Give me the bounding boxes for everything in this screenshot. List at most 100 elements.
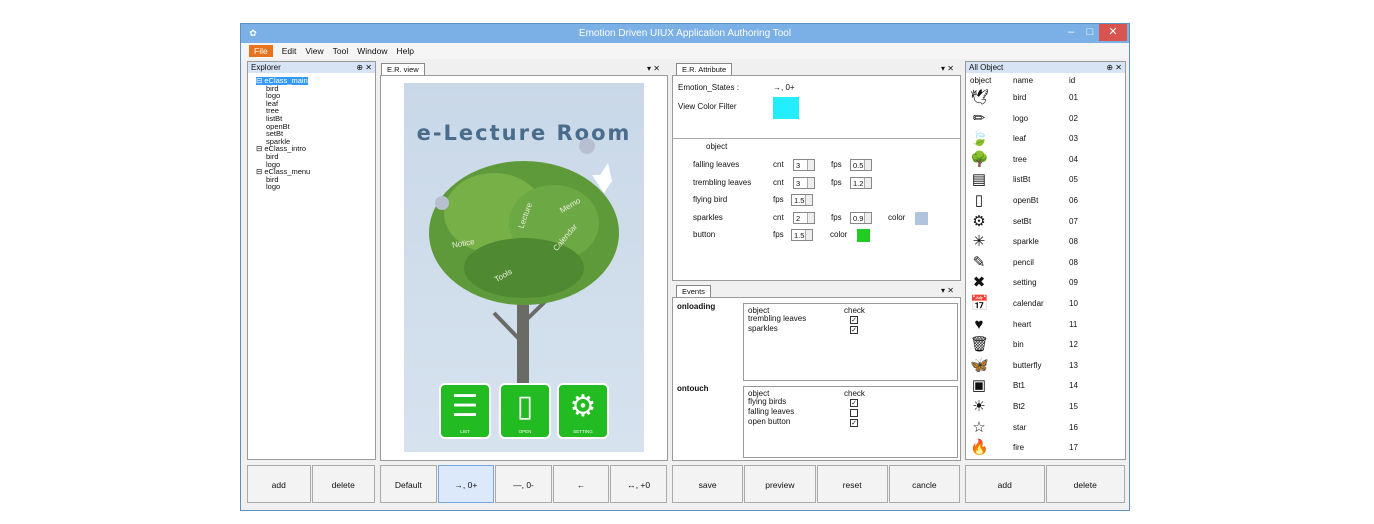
default-state-button[interactable]: Default — [380, 465, 437, 503]
state-dash-minus-button[interactable]: —, 0- — [495, 465, 552, 503]
object-id: 14 — [1069, 381, 1078, 391]
object-list-item[interactable]: ▤ listBt 05 — [968, 170, 1128, 190]
object-list-item[interactable]: ✖ setting 09 — [968, 273, 1128, 293]
erview-window-controls[interactable]: ▾ ✕ — [647, 64, 660, 73]
object-list-item[interactable]: ✎ pencil 08 — [968, 253, 1128, 273]
gear-icon: ⚙ — [569, 390, 597, 423]
tab-er-view[interactable]: E.R. view — [381, 63, 425, 75]
object-name: setting — [1013, 278, 1037, 288]
tree-node[interactable]: ⊟ eClass_menu — [256, 168, 310, 176]
listBt-icon: ▤ — [971, 171, 987, 189]
state-both-button[interactable]: ↔, +0 — [610, 465, 667, 503]
object-list-item[interactable]: 🔥 fire 17 — [968, 438, 1128, 458]
object-list-item[interactable]: ☀ Bt2 15 — [968, 397, 1128, 417]
save-button[interactable]: save — [672, 465, 744, 503]
heart-icon: ♥ — [974, 315, 984, 333]
object-list-item[interactable]: 🌳 tree 04 — [968, 150, 1128, 170]
tab-events[interactable]: Events — [676, 285, 711, 297]
all-object-pin-close[interactable]: ⊕ ✕ — [1106, 62, 1122, 73]
menu-tool[interactable]: Tool — [333, 46, 349, 56]
explorer-pin-close[interactable]: ⊕ ✕ — [356, 62, 372, 73]
tree-node[interactable]: logo — [256, 183, 310, 191]
state-left-button[interactable]: ← — [552, 465, 610, 503]
open-button[interactable]: ▯ OPEN — [499, 383, 551, 439]
attr-row-color-swatch[interactable] — [857, 229, 870, 242]
object-id: 09 — [1069, 278, 1078, 288]
attr-row-spinner-b[interactable]: 1.2 — [850, 176, 872, 189]
setting-button-label: SETTING — [573, 429, 593, 434]
object-id: 17 — [1069, 443, 1078, 453]
onloading-checkbox[interactable]: ✓ — [850, 316, 858, 324]
setting-button[interactable]: ⚙ SETTING — [557, 383, 609, 439]
object-add-button[interactable]: add — [965, 465, 1045, 503]
object-id: 13 — [1069, 360, 1078, 370]
tree-node[interactable]: bird — [256, 84, 310, 93]
object-id: 11 — [1069, 319, 1078, 329]
object-list-item[interactable]: ▣ Bt1 14 — [968, 376, 1128, 396]
list-button[interactable]: ☰ LIST — [439, 383, 491, 439]
menu-window[interactable]: Window — [357, 46, 387, 56]
attr-row-spinner-a[interactable]: 1.5 — [791, 229, 813, 241]
object-list-item[interactable]: 🍃 leaf 03 — [968, 129, 1128, 149]
menu-file[interactable]: File — [249, 45, 273, 57]
attribute-window-controls[interactable]: ▾ ✕ — [941, 64, 954, 73]
events-window-controls[interactable]: ▾ ✕ — [941, 286, 954, 295]
object-list-item[interactable]: 🕊 bird 01 — [968, 88, 1128, 108]
ontouch-checkbox[interactable]: ✓ — [850, 399, 858, 407]
Bt1-icon: ▣ — [971, 377, 987, 395]
tree-node[interactable]: ⊟ eClass_intro — [256, 145, 310, 153]
ontouch-checkbox[interactable]: ✓ — [850, 419, 858, 427]
object-id: 05 — [1069, 175, 1078, 185]
attr-row-spinner-b[interactable]: 0.9 — [850, 211, 872, 224]
attr-row-spinner-a[interactable]: 1.5 — [791, 194, 813, 206]
tree-node[interactable]: ⊟ eClass_main — [256, 77, 308, 85]
logo-icon: ✏ — [972, 109, 986, 127]
object-name: star — [1013, 422, 1027, 432]
cancel-button[interactable]: cancle — [888, 465, 960, 503]
ontouch-checkbox[interactable] — [850, 409, 858, 417]
attr-row-spinner-a[interactable]: 2 — [793, 211, 815, 224]
object-id: 08 — [1069, 237, 1078, 247]
tab-er-attribute[interactable]: E.R. Attribute — [676, 63, 733, 75]
attr-row-name: falling leaves — [693, 160, 740, 169]
state-right-plus-button[interactable]: →, 0+ — [437, 465, 495, 503]
object-name: heart — [1013, 319, 1032, 329]
tree-node[interactable]: leaf — [256, 100, 310, 108]
onloading-checkbox[interactable]: ✓ — [850, 326, 858, 334]
title-bar: ✿ Emotion Driven UIUX Application Author… — [241, 24, 1129, 43]
object-list-item[interactable]: ☆ star 16 — [968, 418, 1128, 438]
view-color-filter-swatch[interactable] — [773, 97, 799, 119]
object-list-item[interactable]: 🦋 butterfly 13 — [968, 356, 1128, 376]
object-delete-button[interactable]: delete — [1045, 465, 1125, 503]
attr-row-spinner-a[interactable]: 3 — [793, 159, 815, 171]
maximize-button[interactable]: □ — [1081, 24, 1099, 41]
Bt2-icon: ☀ — [972, 398, 986, 415]
object-name: butterfly — [1013, 360, 1042, 370]
object-list-item[interactable]: ♥ heart 11 — [968, 315, 1128, 335]
preview-button[interactable]: preview — [744, 465, 816, 503]
attr-row-spinner-a[interactable]: 3 — [793, 176, 815, 189]
object-id: 02 — [1069, 113, 1078, 123]
object-list-item[interactable]: 📅 calendar 10 — [968, 294, 1128, 314]
menu-view[interactable]: View — [305, 46, 323, 56]
object-list-item[interactable]: 🗑 bin 12 — [968, 335, 1128, 355]
attr-row-color-swatch[interactable] — [915, 211, 928, 225]
attr-row-spinner-b[interactable]: 0.5 — [850, 159, 872, 171]
object-list-item[interactable]: ✳ sparkle 08 — [968, 232, 1128, 252]
tree-node[interactable]: bird — [256, 153, 310, 161]
explorer-delete-button[interactable]: delete — [311, 465, 375, 503]
tree-node[interactable]: logo — [256, 92, 310, 100]
menu-help[interactable]: Help — [396, 46, 413, 56]
minimize-button[interactable]: – — [1061, 24, 1081, 41]
col-object-header: object — [970, 76, 992, 85]
tree-node[interactable]: openBt — [256, 122, 310, 131]
close-button[interactable]: ✕ — [1099, 24, 1127, 41]
explorer-add-button[interactable]: add — [247, 465, 311, 503]
reset-button[interactable]: reset — [816, 465, 888, 503]
menu-edit[interactable]: Edit — [282, 46, 297, 56]
object-list-item[interactable]: ⚙ setBt 07 — [968, 212, 1128, 232]
tree-node[interactable]: bird — [256, 176, 310, 184]
tree-node[interactable]: tree — [256, 107, 310, 115]
object-list-item[interactable]: ✏ logo 02 — [968, 109, 1128, 129]
object-list-item[interactable]: ▯ openBt 06 — [968, 191, 1128, 211]
